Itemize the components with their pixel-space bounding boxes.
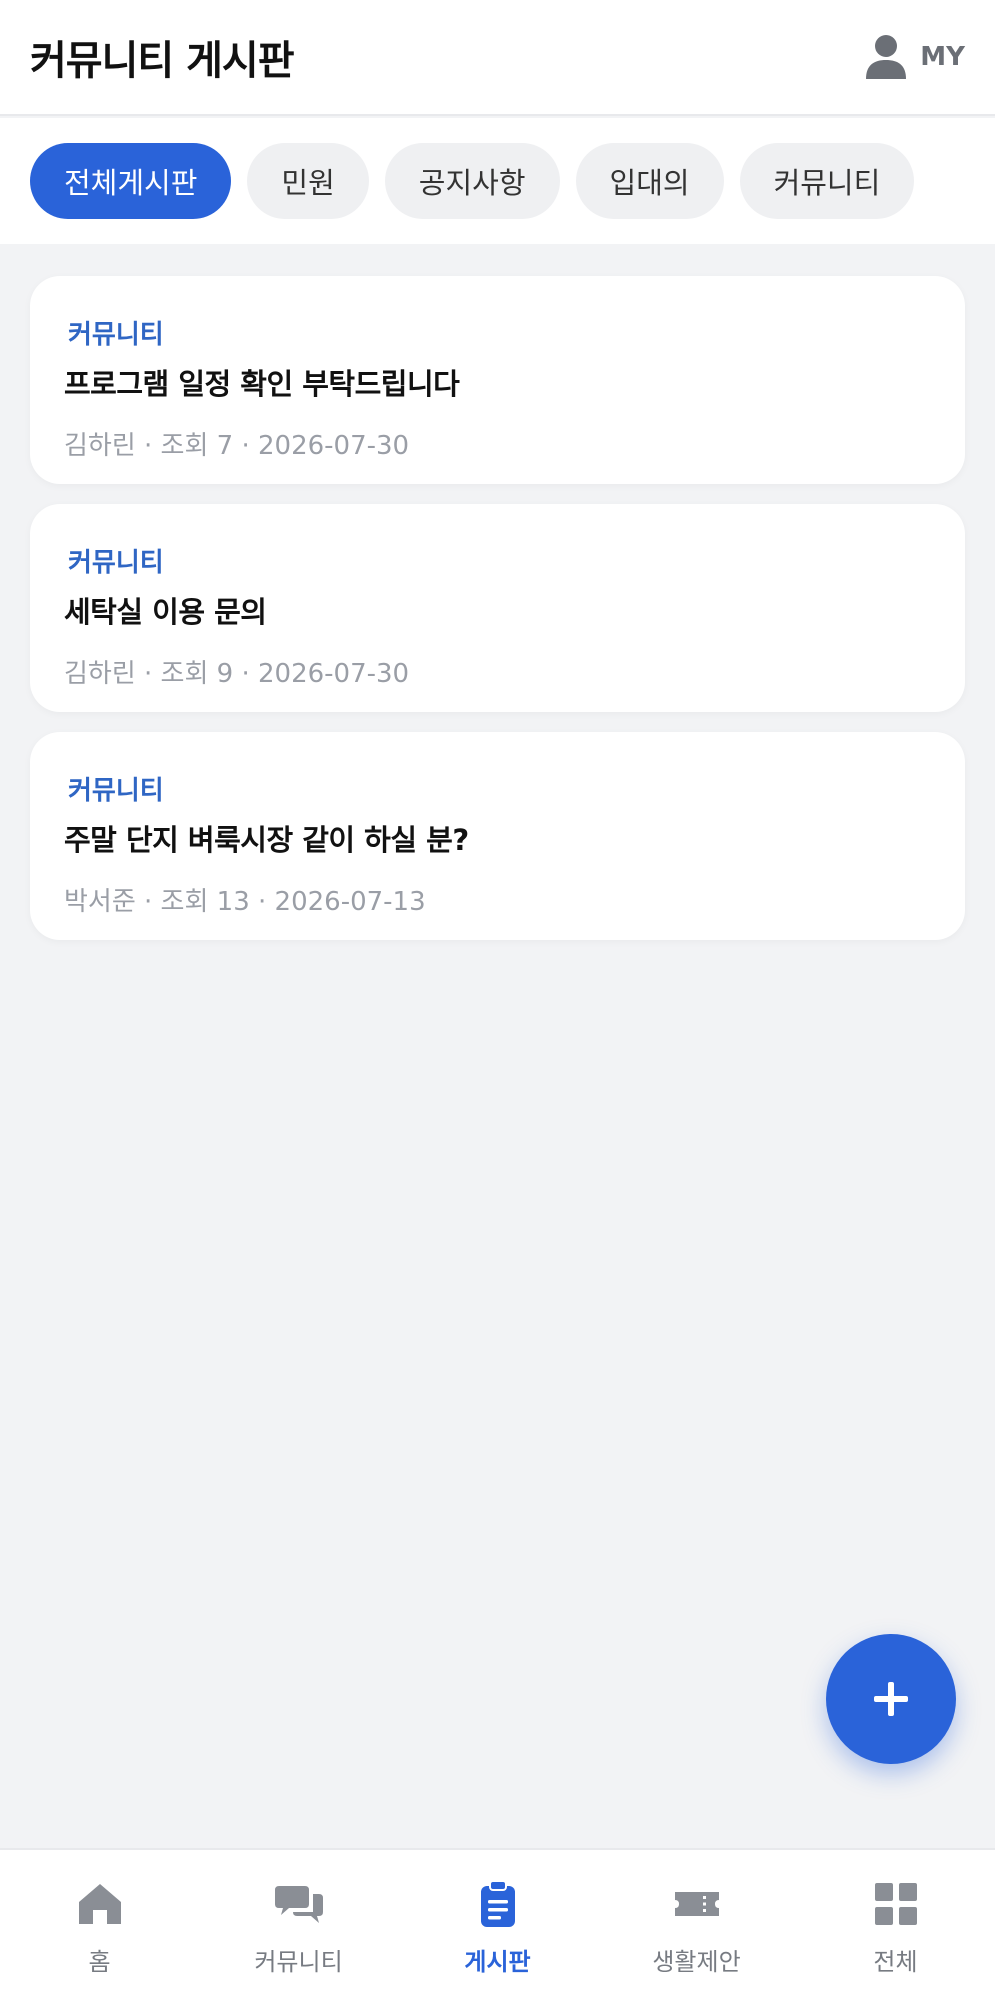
grid-icon [874, 1883, 917, 1925]
post-category: 커뮤니티 [68, 548, 164, 578]
page-title: 커뮤니티 게시판 [30, 38, 295, 84]
nav-label: 게시판 [464, 1948, 531, 1976]
write-post-button[interactable] [826, 1634, 956, 1764]
post-category: 커뮤니티 [68, 776, 164, 806]
post-meta: 김하린 · 조회 7 · 2026-07-30 [64, 431, 410, 461]
post-meta: 박서준 · 조회 13 · 2026-07-13 [64, 887, 426, 917]
nav-home[interactable]: 홈 [0, 1880, 199, 1977]
post-card[interactable]: 커뮤니티 주말 단지 벼룩시장 같이 하실 분? 박서준 · 조회 13 · 2… [30, 732, 965, 940]
nav-all[interactable]: 전체 [796, 1880, 995, 1977]
bottom-nav: 홈 커뮤니티 게시판 생활제안 전체 [0, 1848, 995, 2000]
tab-all-board[interactable]: 전체게시판 [30, 143, 232, 219]
tab-residents-council[interactable]: 입대의 [575, 143, 724, 219]
nav-life-suggestions[interactable]: 생활제안 [597, 1880, 796, 1977]
clipboard-icon [480, 1880, 515, 1927]
tab-community[interactable]: 커뮤니티 [739, 143, 915, 219]
ticket-icon [674, 1892, 719, 1916]
nav-label: 생활제안 [652, 1948, 741, 1976]
post-title: 주말 단지 벼룩시장 같이 하실 분? [64, 823, 469, 857]
nav-community[interactable]: 커뮤니티 [199, 1880, 398, 1977]
category-tabs: 전체게시판 민원 공지사항 입대의 커뮤니티 [0, 118, 995, 244]
nav-label: 홈 [88, 1948, 111, 1976]
user-icon [866, 35, 907, 79]
post-list: 커뮤니티 프로그램 일정 확인 부탁드립니다 김하린 · 조회 7 · 2026… [30, 276, 965, 960]
nav-board[interactable]: 게시판 [398, 1880, 597, 1977]
my-label: MY [920, 42, 965, 72]
post-category: 커뮤니티 [68, 320, 164, 350]
post-title: 세탁실 이용 문의 [64, 595, 267, 629]
post-meta: 김하린 · 조회 9 · 2026-07-30 [64, 659, 410, 689]
post-title: 프로그램 일정 확인 부탁드립니다 [64, 367, 460, 401]
chat-icon [274, 1886, 323, 1923]
my-button[interactable]: MY [864, 33, 965, 81]
nav-label: 커뮤니티 [254, 1948, 343, 1976]
tab-complaints[interactable]: 민원 [247, 143, 369, 219]
post-card[interactable]: 커뮤니티 프로그램 일정 확인 부탁드립니다 김하린 · 조회 7 · 2026… [30, 276, 965, 484]
plus-icon [874, 1682, 908, 1716]
home-icon [78, 1884, 121, 1924]
nav-label: 전체 [873, 1948, 918, 1976]
app-header: 커뮤니티 게시판 MY [0, 0, 995, 116]
tab-notices[interactable]: 공지사항 [384, 143, 560, 219]
post-card[interactable]: 커뮤니티 세탁실 이용 문의 김하린 · 조회 9 · 2026-07-30 [30, 504, 965, 712]
